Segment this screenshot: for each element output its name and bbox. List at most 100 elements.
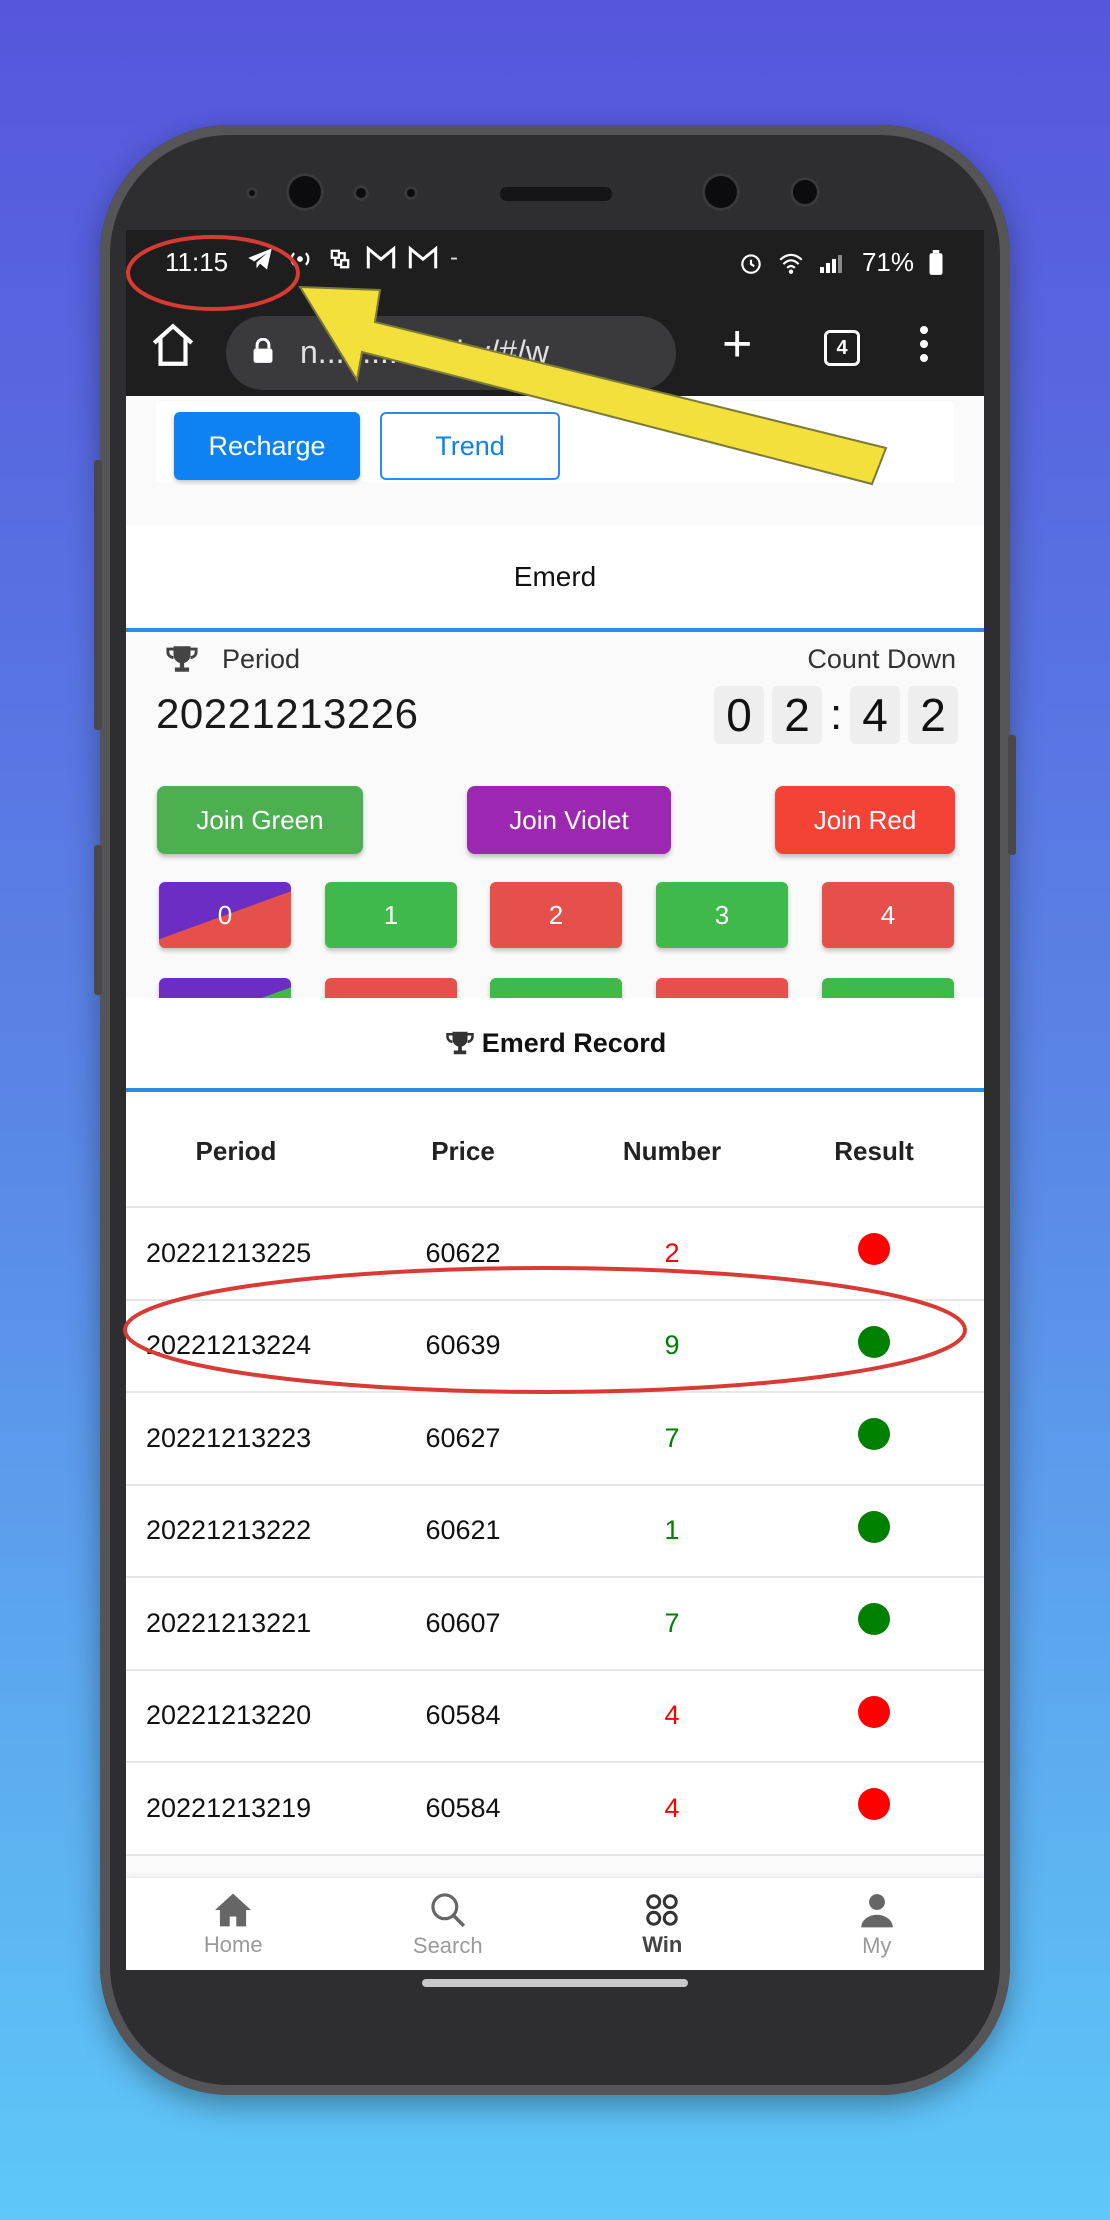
column-header-price: Price (431, 1135, 495, 1166)
sensor-dot (246, 187, 258, 199)
cell-period: 20221213222 (146, 1515, 312, 1546)
trophy-icon (166, 646, 198, 672)
countdown-digit: 0 (714, 686, 764, 744)
nav-win[interactable]: Win (555, 1878, 770, 1970)
number-button-2[interactable]: 2 (490, 882, 622, 948)
action-card: Recharge Trend (156, 402, 954, 482)
address-bar[interactable]: n...........welry/#/w (226, 316, 676, 390)
win-icon (646, 1894, 678, 1926)
wifi-icon (779, 253, 803, 274)
cell-price: 60639 (425, 1330, 501, 1361)
lock-icon (253, 338, 273, 363)
status-system-icons: 71% (738, 247, 944, 278)
cell-period: 20221213224 (146, 1330, 312, 1361)
nav-label: Home (203, 1932, 263, 1957)
nav-home[interactable]: Home (126, 1878, 341, 1970)
alarm-icon (741, 253, 761, 274)
number-button-0[interactable]: 0 (159, 882, 291, 948)
gmail-icon (408, 245, 438, 269)
home-icon[interactable] (148, 320, 198, 370)
cell-result (764, 1233, 984, 1266)
cell-number: 4 (664, 1792, 680, 1823)
join-red-button[interactable]: Join Red (775, 786, 955, 854)
front-camera (286, 173, 324, 211)
cell-result (764, 1510, 984, 1543)
nav-my[interactable]: My (770, 1878, 985, 1970)
cell-price: 60627 (425, 1422, 501, 1453)
cell-result (764, 1603, 984, 1636)
nav-label: Search (412, 1933, 483, 1958)
phone-side-button (94, 460, 102, 730)
recharge-button[interactable]: Recharge (174, 412, 360, 480)
phone-power-button (1008, 735, 1016, 855)
cell-result (764, 1695, 984, 1728)
number-button-1[interactable]: 1 (325, 882, 457, 948)
phone-side-button (94, 845, 102, 995)
tab-switcher-button[interactable]: 4 (824, 330, 860, 366)
front-camera (702, 173, 740, 211)
cell-period: 20221213225 (146, 1237, 312, 1268)
join-green-button[interactable]: Join Green (157, 786, 363, 854)
countdown-label: Count Down (807, 643, 956, 674)
number-button-4[interactable]: 4 (822, 882, 954, 948)
countdown-digit: 2 (772, 686, 822, 744)
nav-label: My (862, 1933, 892, 1958)
overflow-menu-icon[interactable] (920, 326, 930, 368)
number-button-3[interactable]: 3 (656, 882, 788, 948)
cell-number: 7 (664, 1607, 680, 1638)
record-table: Period Price Number Result 20221213225 60… (126, 1096, 984, 1856)
cell-price: 60584 (425, 1700, 501, 1731)
record-table-header: Period Price Number Result (126, 1096, 984, 1208)
record-tab-header[interactable]: Emerd Record (126, 998, 984, 1092)
phone-screen: 11:15 - 71% n...........welry/#/w + 4 Re (126, 230, 984, 1970)
column-header-result: Result (834, 1135, 914, 1166)
cell-period: 20221213221 (146, 1607, 312, 1638)
cell-result (764, 1788, 984, 1821)
table-row: 20221213224 60639 9 (126, 1301, 984, 1393)
nfc-icon (330, 249, 350, 269)
browser-toolbar: n...........welry/#/w + 4 (126, 296, 984, 396)
search-icon (431, 1893, 465, 1928)
result-dot (858, 1510, 890, 1543)
result-dot (858, 1325, 890, 1358)
countdown-digit: 4 (850, 686, 900, 744)
result-dot (858, 1418, 890, 1451)
trophy-icon (445, 1031, 474, 1055)
cell-number: 2 (664, 1237, 680, 1268)
period-label: Period (222, 643, 301, 674)
trend-button[interactable]: Trend (380, 412, 560, 480)
new-tab-button[interactable]: + (722, 316, 752, 372)
gesture-home-bar[interactable] (422, 1979, 688, 1987)
result-dot (858, 1695, 890, 1728)
cell-price: 60584 (425, 1792, 501, 1823)
countdown-separator: : (830, 690, 843, 739)
table-row: 20221213219 60584 4 (126, 1763, 984, 1856)
battery-percent: 71% (861, 247, 914, 277)
cell-result (764, 1418, 984, 1451)
column-header-period: Period (195, 1135, 277, 1166)
table-row: 20221213222 60621 1 (126, 1486, 984, 1578)
result-dot (858, 1788, 890, 1821)
cell-period: 20221213223 (146, 1422, 312, 1453)
table-row: 20221213225 60622 2 (126, 1208, 984, 1301)
cell-number: 7 (664, 1422, 680, 1453)
address-text: n...........welry/#/w (300, 334, 549, 370)
status-time: 11:15 (165, 247, 229, 277)
column-header-number: Number (622, 1135, 722, 1166)
cell-price: 60622 (425, 1237, 501, 1268)
bottom-navigation: Home Search Win My (126, 1878, 984, 1970)
sensor-dot (353, 185, 369, 201)
result-dot (858, 1603, 890, 1636)
earpiece-speaker (500, 187, 612, 201)
home-icon (215, 1893, 252, 1927)
cell-price: 60621 (425, 1515, 501, 1546)
cell-price: 60607 (425, 1607, 501, 1638)
tab-emerd[interactable]: Emerd (126, 526, 984, 632)
cell-number: 1 (664, 1515, 680, 1546)
cell-result (764, 1325, 984, 1358)
join-violet-button[interactable]: Join Violet (467, 786, 671, 854)
status-notification-icons: - (246, 245, 458, 273)
nav-search[interactable]: Search (341, 1878, 556, 1970)
signal-icon (819, 254, 842, 273)
record-title: Emerd Record (481, 1027, 667, 1058)
